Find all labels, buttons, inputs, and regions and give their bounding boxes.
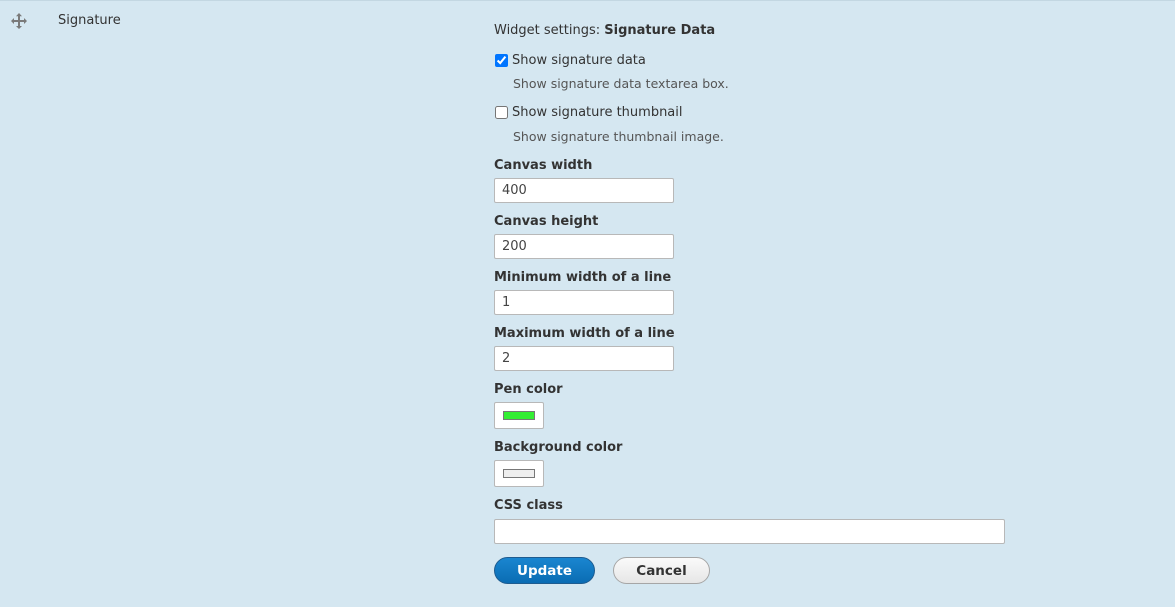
show-signature-data-checkbox[interactable] — [495, 54, 508, 67]
move-icon[interactable] — [11, 13, 27, 29]
widget-name: Signature Data — [604, 23, 716, 38]
max-line-width-input[interactable] — [494, 346, 674, 371]
cancel-button[interactable]: Cancel — [613, 557, 710, 584]
max-line-width-label: Maximum width of a line — [494, 326, 675, 341]
show-signature-thumbnail-checkbox[interactable] — [495, 106, 508, 119]
pen-color-label: Pen color — [494, 382, 563, 397]
canvas-width-label: Canvas width — [494, 158, 593, 173]
canvas-width-input[interactable] — [494, 178, 674, 203]
update-button[interactable]: Update — [494, 557, 595, 584]
show-signature-data-option[interactable]: Show signature data — [494, 53, 646, 68]
css-class-input[interactable] — [494, 519, 1005, 544]
show-signature-data-description: Show signature data textarea box. — [513, 76, 729, 91]
field-row-signature: Signature Widget settings: Signature Dat… — [0, 0, 1175, 607]
pen-color-swatch — [503, 411, 535, 420]
min-line-width-label: Minimum width of a line — [494, 270, 672, 285]
min-line-width-input[interactable] — [494, 290, 674, 315]
widget-settings-prefix: Widget settings: — [494, 23, 605, 38]
show-signature-thumbnail-option[interactable]: Show signature thumbnail — [494, 105, 683, 120]
background-color-picker[interactable] — [494, 460, 544, 487]
field-label: Signature — [58, 13, 121, 28]
show-signature-data-label: Show signature data — [512, 53, 646, 68]
background-color-swatch — [503, 469, 535, 478]
show-signature-thumbnail-description: Show signature thumbnail image. — [513, 129, 724, 144]
css-class-label: CSS class — [494, 498, 563, 513]
show-signature-thumbnail-label: Show signature thumbnail — [512, 105, 683, 120]
widget-settings-title: Widget settings: Signature Data — [494, 23, 715, 38]
canvas-height-input[interactable] — [494, 234, 674, 259]
pen-color-picker[interactable] — [494, 402, 544, 429]
canvas-height-label: Canvas height — [494, 214, 599, 229]
background-color-label: Background color — [494, 440, 623, 455]
